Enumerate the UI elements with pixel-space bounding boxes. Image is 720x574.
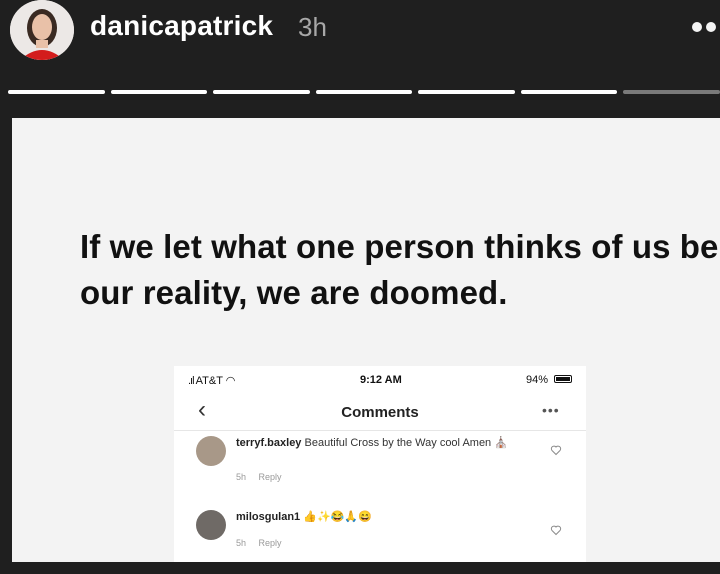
battery-icon	[554, 375, 572, 383]
comment-age: 5h	[236, 538, 247, 548]
heart-icon	[550, 525, 562, 536]
profile-avatar[interactable]	[10, 0, 74, 60]
wifi-icon: ◠	[225, 375, 236, 387]
reply-label: Reply	[258, 538, 282, 548]
comment-item: milosgulan1 👍✨😂🙏😄 5h Reply	[174, 504, 586, 574]
avatar	[196, 510, 226, 540]
heart-icon	[550, 445, 562, 456]
story-time-ago: 3h	[298, 12, 327, 42]
status-time: 9:12 AM	[360, 374, 402, 386]
story-header: danicapatrick 3h	[0, 0, 720, 118]
comment-text: Beautiful Cross by the Way cool Amen ⛪	[304, 437, 508, 449]
story-progress-bar	[8, 90, 720, 94]
progress-segment	[110, 90, 208, 94]
reply-label: Reply	[258, 472, 282, 482]
progress-segment	[623, 90, 720, 94]
progress-segment	[213, 90, 310, 94]
status-bar: .ıl AT&T ◠ 9:12 AM 94%	[174, 366, 586, 394]
progress-segment	[8, 90, 105, 94]
story-quote: If we let what one person thinks of us b…	[80, 228, 719, 311]
comments-title: Comments	[341, 404, 419, 421]
comments-nav: ‹ Comments •••	[174, 394, 586, 431]
more-options-icon[interactable]	[692, 22, 720, 34]
carrier-label: .ıl AT&T ◠	[188, 375, 236, 387]
more-icon: •••	[542, 402, 560, 418]
comment-username: terryf.baxley	[236, 437, 302, 449]
comment-age: 5h	[236, 472, 247, 482]
comment-username: milosgulan1	[236, 511, 301, 523]
progress-segment	[315, 90, 413, 94]
signal-icon: .ıl	[188, 375, 196, 387]
comment-item: terryf.baxley Beautiful Cross by the Way…	[174, 432, 586, 502]
progress-segment	[418, 90, 515, 94]
avatar	[196, 436, 226, 466]
battery-percent: 94%	[526, 374, 549, 386]
progress-segment	[520, 90, 618, 94]
comment-text: 👍✨😂🙏😄	[303, 511, 372, 523]
story-content[interactable]: If we let what one person thinks of us b…	[12, 118, 720, 562]
story-username[interactable]: danicapatrick	[90, 10, 273, 42]
embedded-screenshot: .ıl AT&T ◠ 9:12 AM 94% ‹ Comments ••• te…	[174, 366, 586, 562]
